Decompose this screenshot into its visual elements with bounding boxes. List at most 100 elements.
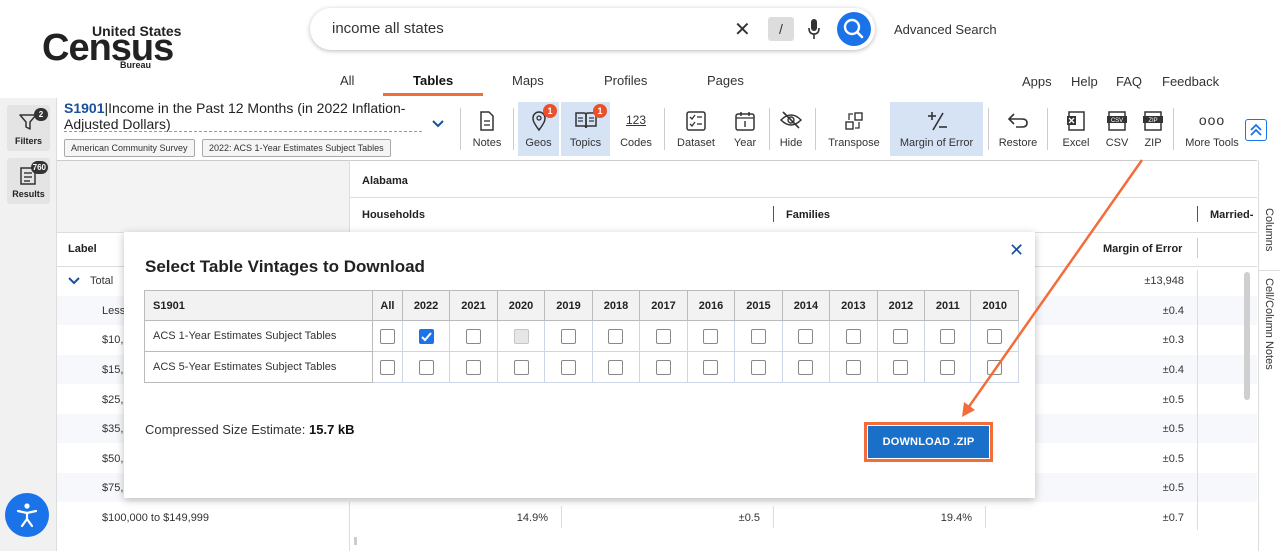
- toolbar-separator: [513, 108, 514, 150]
- checkbox-2013[interactable]: [845, 359, 861, 375]
- nav-feedback[interactable]: Feedback: [1162, 74, 1219, 89]
- survey-chip[interactable]: American Community Survey: [64, 139, 195, 157]
- topics-badge: 1: [593, 104, 607, 118]
- column-header: All: [372, 290, 403, 321]
- expand-chevron-icon[interactable]: [68, 276, 80, 286]
- tab-maps[interactable]: Maps: [512, 73, 544, 88]
- notes-icon: [480, 111, 494, 131]
- microphone-icon[interactable]: [808, 18, 820, 40]
- toolbar-separator: [460, 108, 461, 150]
- checkbox-all[interactable]: [379, 328, 395, 344]
- checkbox-2018[interactable]: [608, 359, 624, 375]
- toolbar-separator: [988, 108, 989, 150]
- checkbox-2015[interactable]: [750, 328, 766, 344]
- search-input[interactable]: income all states: [332, 20, 444, 37]
- table-row: ACS 5-Year Estimates Subject Tables: [144, 351, 1019, 383]
- checkbox-2011[interactable]: [940, 359, 956, 375]
- excel-button[interactable]: Excel: [1056, 102, 1096, 156]
- checkbox-2011[interactable]: [940, 328, 956, 344]
- column-header: 2018: [591, 290, 641, 321]
- year-button[interactable]: Year: [726, 102, 764, 156]
- columns-tab[interactable]: Columns: [1263, 208, 1275, 251]
- checkbox-2010[interactable]: [987, 359, 1003, 375]
- checkbox-2012[interactable]: [893, 359, 909, 375]
- nav-help[interactable]: Help: [1071, 74, 1098, 89]
- clear-search-icon[interactable]: ✕: [734, 17, 751, 42]
- column-divider: [985, 506, 986, 528]
- checkbox-2010[interactable]: [987, 328, 1003, 344]
- checkbox-2015[interactable]: [750, 359, 766, 375]
- notes-label: Notes: [472, 137, 502, 149]
- checkbox-2016[interactable]: [703, 328, 719, 344]
- families-header: Families: [786, 209, 831, 221]
- more-tools-label: More Tools: [1185, 137, 1239, 149]
- advanced-search-link[interactable]: Advanced Search: [894, 22, 997, 37]
- csv-button[interactable]: CSV CSV: [1100, 102, 1134, 156]
- zip-button[interactable]: ZIP ZIP: [1138, 102, 1168, 156]
- margin-of-error-button[interactable]: Margin of Error: [890, 102, 983, 156]
- checkbox-all[interactable]: [379, 359, 395, 375]
- column-resize-handle[interactable]: [1197, 206, 1198, 222]
- tab-tables[interactable]: Tables: [413, 73, 453, 88]
- checkbox-2022[interactable]: [418, 359, 434, 375]
- table-header-cell: S1901: [144, 290, 373, 321]
- tab-profiles[interactable]: Profiles: [604, 73, 647, 88]
- side-tab-divider: [1259, 270, 1280, 271]
- chevron-down-icon[interactable]: [431, 119, 445, 129]
- search-icon: [843, 18, 864, 39]
- checkbox-2017[interactable]: [655, 328, 671, 344]
- transpose-button[interactable]: Transpose: [822, 102, 886, 156]
- checkbox-2022[interactable]: [418, 328, 434, 344]
- restore-button[interactable]: Restore: [996, 102, 1040, 156]
- notes-button[interactable]: Notes: [466, 102, 508, 156]
- checkbox-2019[interactable]: [561, 328, 576, 344]
- topics-button[interactable]: 1 Topics: [561, 102, 610, 156]
- column-header: 2020: [496, 290, 546, 321]
- row-label: $100,000 to $149,999: [102, 512, 210, 524]
- row-label: $75,: [102, 482, 124, 494]
- census-logo[interactable]: United States Census Bureau: [40, 20, 181, 76]
- checkbox-2018[interactable]: [608, 328, 624, 344]
- checkbox-2012[interactable]: [893, 328, 909, 344]
- accessibility-button[interactable]: [5, 493, 49, 537]
- left-rail: 2 Filters 760 Results: [0, 98, 57, 551]
- horizontal-scrollbar[interactable]: [354, 537, 357, 545]
- download-zip-button[interactable]: DOWNLOAD .ZIP: [868, 426, 989, 458]
- checkbox-2021[interactable]: [466, 359, 482, 375]
- vintage-chip[interactable]: 2022: ACS 1-Year Estimates Subject Table…: [202, 139, 391, 157]
- dataset-button[interactable]: Dataset: [670, 102, 722, 156]
- checkbox-2017[interactable]: [655, 359, 671, 375]
- filters-button[interactable]: 2 Filters: [7, 105, 50, 151]
- checkbox-2019[interactable]: [561, 359, 576, 375]
- nav-apps[interactable]: Apps: [1022, 74, 1052, 89]
- column-divider: [773, 506, 774, 528]
- size-estimate-value: 15.7 kB: [309, 422, 355, 437]
- close-icon[interactable]: ✕: [1009, 240, 1024, 261]
- tab-pages[interactable]: Pages: [707, 73, 744, 88]
- results-button[interactable]: 760 Results: [7, 158, 50, 204]
- cell-column-notes-tab[interactable]: Cell/Column Notes: [1263, 278, 1275, 370]
- tab-all[interactable]: All: [340, 73, 354, 88]
- nav-faq[interactable]: FAQ: [1116, 74, 1142, 89]
- checkbox-2016[interactable]: [703, 359, 719, 375]
- column-resize-handle[interactable]: [773, 206, 774, 222]
- row-label: $50,: [102, 453, 124, 465]
- checkbox-2021[interactable]: [466, 328, 482, 344]
- csv-label: CSV: [1105, 137, 1129, 149]
- collapse-toolbar-button[interactable]: [1245, 119, 1267, 141]
- column-header: 2016: [686, 290, 736, 321]
- hide-button[interactable]: Hide: [774, 102, 808, 156]
- checkbox-2020[interactable]: [513, 359, 529, 375]
- column-header: 2013: [829, 290, 878, 321]
- vertical-scrollbar[interactable]: [1244, 272, 1250, 400]
- table-id[interactable]: S1901: [64, 100, 104, 116]
- geos-button[interactable]: 1 Geos: [518, 102, 559, 156]
- codes-button[interactable]: 123 Codes: [614, 102, 658, 156]
- hide-label: Hide: [779, 137, 803, 149]
- checkbox-2013[interactable]: [845, 328, 861, 344]
- checkbox-2014[interactable]: [798, 359, 814, 375]
- more-tools-button[interactable]: ooo More Tools: [1181, 102, 1243, 156]
- search-button[interactable]: [837, 12, 871, 46]
- size-estimate-label: Compressed Size Estimate:: [145, 422, 310, 437]
- checkbox-2014[interactable]: [798, 328, 814, 344]
